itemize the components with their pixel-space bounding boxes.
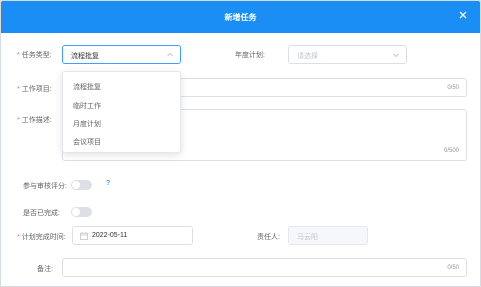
remark-label: 备注:: [37, 266, 53, 273]
new-task-dialog: 新增任务 * 任务类型: 流程批复 年度计划: 请选择 * 工作项目: 0/50 *…: [0, 0, 481, 287]
task-type-select[interactable]: 流程批复: [62, 45, 181, 64]
owner-input: 马云阳: [288, 226, 368, 245]
work-item-counter: 0/50: [447, 85, 459, 91]
close-icon[interactable]: [458, 10, 468, 20]
owner-label: 责任人:: [257, 234, 280, 241]
work-desc-counter: 0/500: [443, 148, 459, 154]
dialog-header: 新增任务: [1, 1, 480, 33]
remark-counter: 0/50: [447, 265, 459, 271]
remark-input[interactable]: 0/50: [62, 258, 467, 277]
completed-label: 是否已完成:: [23, 210, 60, 217]
chevron-up-icon: [167, 52, 173, 57]
owner-value: 马云阳: [297, 234, 318, 241]
plan-date-label: * 计划完成时间:: [17, 234, 66, 241]
dropdown-option[interactable]: 会议项目: [73, 137, 101, 147]
toggle-knob: [72, 208, 80, 216]
dropdown-option[interactable]: 临时工作: [73, 101, 101, 111]
task-type-label: * 任务类型:: [17, 52, 52, 59]
work-item-label: * 工作项目:: [17, 86, 52, 93]
chevron-down-icon: [393, 53, 399, 58]
task-type-value: 流程批复: [71, 53, 99, 60]
toggle-knob: [72, 181, 80, 189]
help-icon[interactable]: ?: [106, 180, 110, 187]
plan-date-value: 2022-05-11: [92, 232, 128, 239]
completed-toggle[interactable]: [71, 207, 92, 217]
annual-plan-select[interactable]: 请选择: [288, 45, 407, 64]
calendar-icon: [80, 232, 88, 240]
plan-date-picker[interactable]: 2022-05-11: [72, 226, 193, 245]
dropdown-option[interactable]: 流程批复: [73, 82, 101, 92]
review-toggle[interactable]: [71, 180, 92, 190]
annual-plan-placeholder: 请选择: [297, 53, 318, 60]
review-label: 参与审核评分:: [23, 183, 67, 190]
dropdown-option[interactable]: 月度计划: [73, 119, 101, 129]
dialog-title: 新增任务: [224, 13, 257, 22]
work-desc-label: * 工作描述:: [17, 117, 52, 124]
task-type-dropdown: 流程批复 临时工作 月度计划 会议项目: [62, 71, 181, 153]
annual-plan-label: 年度计划:: [235, 52, 265, 59]
